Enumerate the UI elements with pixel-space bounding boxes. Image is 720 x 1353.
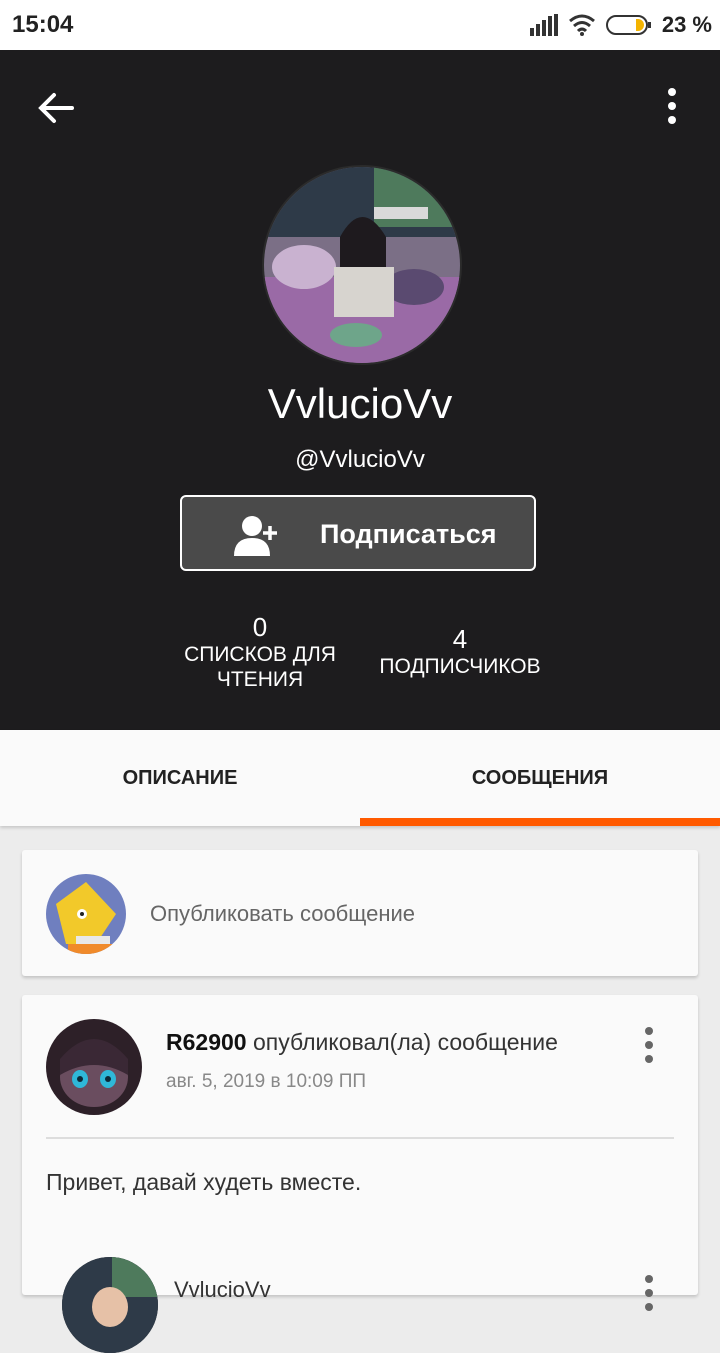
follow-button-label: Подписаться — [320, 519, 497, 549]
current-user-avatar — [46, 874, 126, 954]
status-icons: 23 % — [529, 11, 712, 39]
battery-percent: 23 % — [661, 12, 712, 37]
followers-label: ПОДПИСЧИКОВ — [379, 655, 541, 678]
post-author-avatar[interactable] — [46, 1019, 142, 1115]
battery-icon — [605, 15, 651, 35]
profile-tabs: ОПИСАНИЕ СООБЩЕНИЯ — [0, 730, 720, 826]
status-time: 15:04 — [12, 11, 74, 38]
composer-placeholder: Опубликовать сообщение — [150, 901, 416, 926]
followers-stat[interactable]: 4 ПОДПИСЧИКОВ — [370, 624, 550, 679]
post-body: Привет, давай худеть вместе. — [46, 1169, 362, 1195]
wifi-icon — [568, 14, 595, 36]
message-post: R62900 опубликовал(ла) сообщение авг. 5,… — [22, 995, 698, 1353]
status-bar: 15:04 23 % — [0, 0, 720, 50]
tab-messages[interactable]: СООБЩЕНИЯ — [360, 730, 720, 826]
active-tab-indicator — [360, 818, 720, 826]
post-date: авг. 5, 2019 в 10:09 ПП — [166, 1071, 367, 1092]
post-title: R62900 опубликовал(ла) сообщение — [166, 1029, 558, 1056]
reply-author-name[interactable]: VvlucioVv — [174, 1277, 271, 1303]
post-author-name[interactable]: R62900 — [166, 1029, 247, 1055]
add-user-icon — [234, 516, 277, 556]
post-options-icon[interactable] — [634, 1025, 664, 1065]
profile-avatar — [262, 165, 462, 365]
reply-options-icon[interactable] — [634, 1273, 664, 1313]
back-arrow-icon[interactable] — [36, 88, 76, 128]
profile-header: VvlucioVv @VvlucioVv Подписаться 0 СПИСК… — [0, 50, 720, 730]
follow-button[interactable]: Подписаться — [180, 495, 536, 571]
followers-count: 4 — [452, 624, 468, 654]
post-divider — [46, 1137, 674, 1139]
reading-lists-label-line1: СПИСКОВ ДЛЯ — [184, 643, 336, 666]
signal-icon — [529, 14, 558, 36]
reading-lists-label-line2: ЧТЕНИЯ — [216, 668, 304, 691]
more-options-icon[interactable] — [656, 86, 688, 126]
reply-author-avatar[interactable] — [62, 1257, 158, 1353]
post-action-text: опубликовал(ла) сообщение — [252, 1029, 558, 1055]
profile-name: VvlucioVv — [267, 380, 453, 427]
reading-lists-count: 0 — [252, 612, 268, 642]
tab-description[interactable]: ОПИСАНИЕ — [0, 730, 360, 826]
post-composer[interactable]: Опубликовать сообщение — [22, 850, 698, 976]
reading-lists-stat[interactable]: 0 СПИСКОВ ДЛЯ ЧТЕНИЯ — [180, 612, 340, 692]
profile-handle: @VvlucioVv — [295, 446, 425, 473]
